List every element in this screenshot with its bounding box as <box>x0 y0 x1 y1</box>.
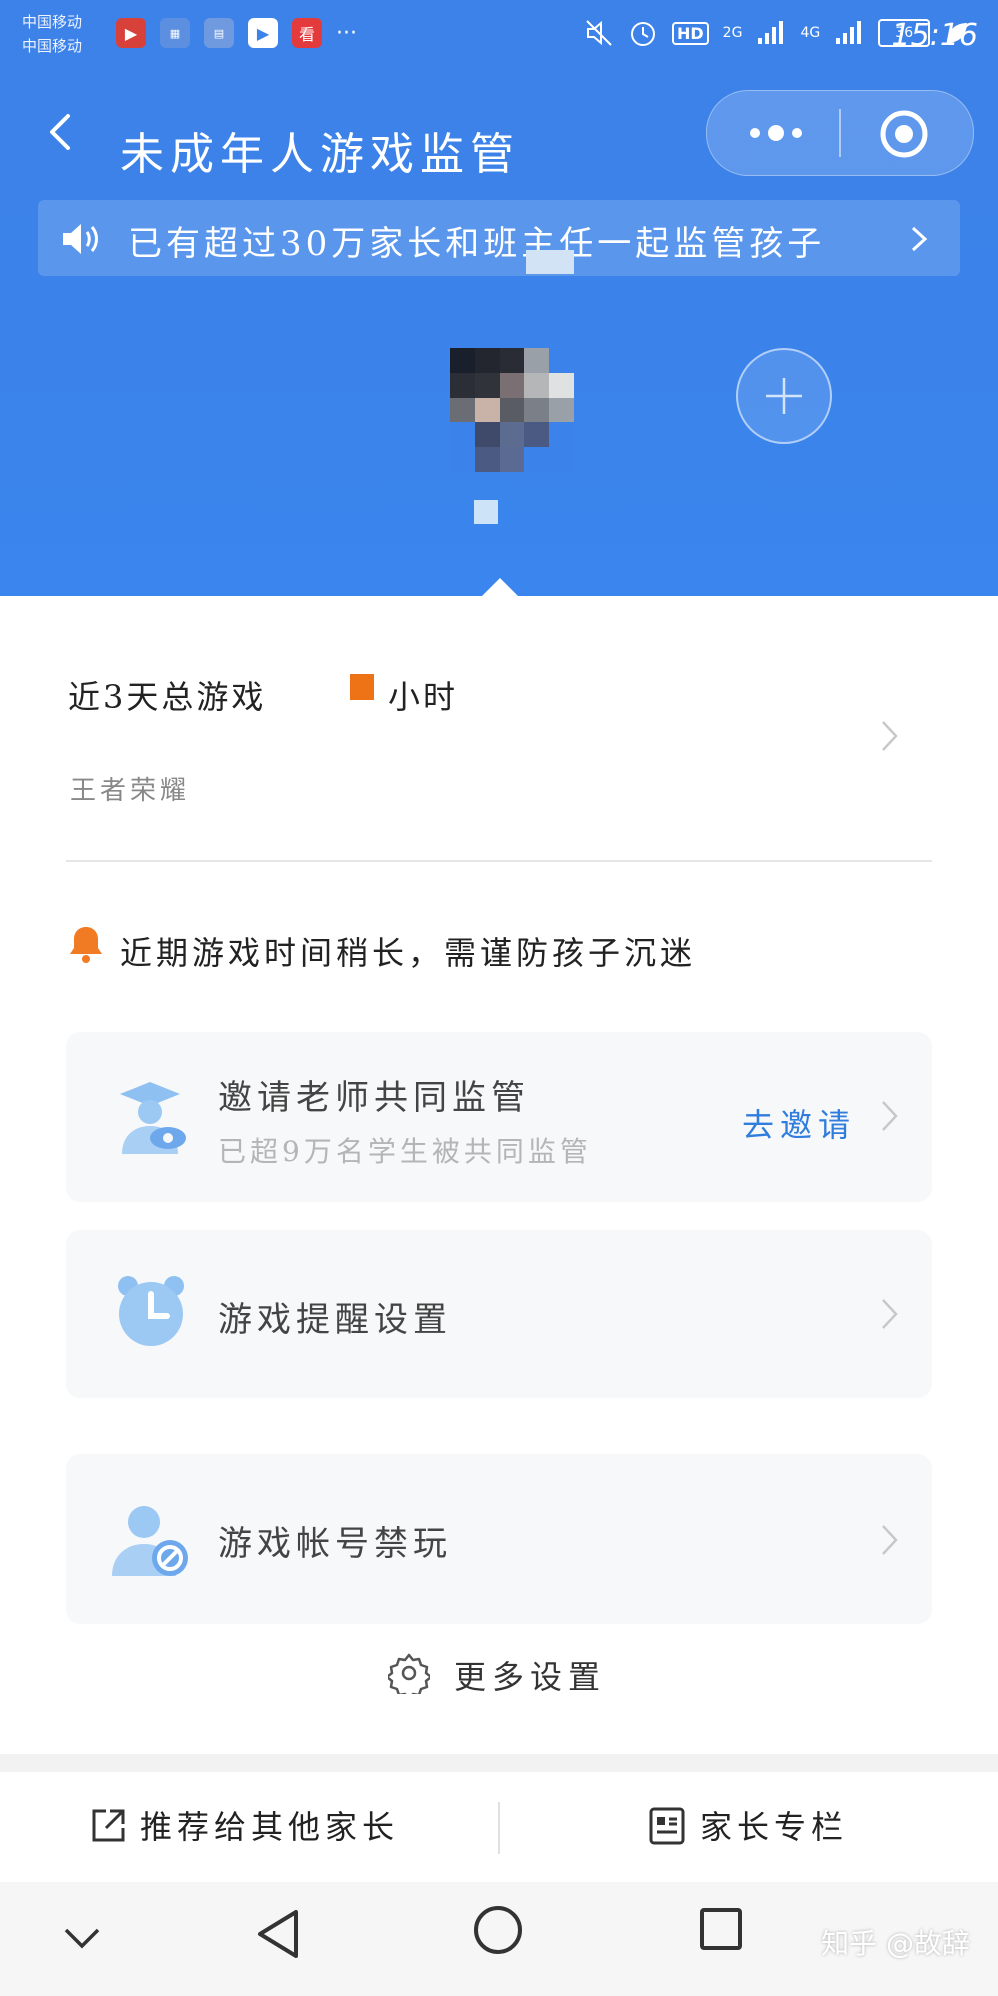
recommend-label: 推荐给其他家长 <box>140 1808 400 1846</box>
signal-label-2: 4G <box>800 25 821 41</box>
bottom-bar-divider <box>498 1802 500 1854</box>
recommend-button[interactable]: 推荐给其他家长 <box>88 1802 418 1854</box>
section-divider <box>66 860 932 862</box>
add-child-button[interactable] <box>736 348 832 444</box>
home-circle-icon[interactable] <box>472 1904 524 1956</box>
blurred-patch <box>526 250 574 274</box>
news-app-icon: 看 <box>292 18 322 48</box>
chevron-right-icon <box>882 1101 898 1131</box>
system-navigation-bar: 知乎 @故辞 <box>0 1882 998 1996</box>
invite-teacher-card[interactable]: 邀请老师共同监管 已超9万名学生被共同监管 去邀请 <box>66 1032 932 1202</box>
hd-badge: HD <box>672 21 709 45</box>
app-icon: ▦ <box>160 18 190 48</box>
game-name: 王者荣耀 <box>70 776 191 806</box>
clock: 15:16 <box>891 18 978 53</box>
bell-icon <box>70 927 102 963</box>
addiction-warning: 近期游戏时间稍长，需谨防孩子沉迷 <box>120 934 697 972</box>
back-arrow-icon[interactable] <box>40 110 84 154</box>
parent-column-label: 家长专栏 <box>700 1808 849 1846</box>
collapse-chevron-icon[interactable] <box>62 1922 102 1952</box>
more-settings-link[interactable]: 更多设置 <box>388 1652 648 1696</box>
speaker-icon <box>63 224 98 254</box>
bottom-action-bar: 推荐给其他家长 家长专栏 <box>0 1772 998 1882</box>
more-settings-label: 更多设置 <box>454 1658 607 1696</box>
back-triangle-icon[interactable] <box>254 1906 302 1962</box>
video-app-icon: ▶ <box>116 18 146 48</box>
more-options-icon[interactable] <box>745 119 807 147</box>
announcement-banner[interactable]: 已有超过30万家长和班主任一起监管孩子 <box>38 200 960 276</box>
hours-value-blurred <box>350 674 374 700</box>
mute-icon <box>586 20 612 46</box>
parent-column-button[interactable]: 家长专栏 <box>648 1802 868 1854</box>
invite-card-subtitle: 已超9万名学生被共同监管 <box>218 1135 592 1168</box>
share-icon <box>92 1809 125 1842</box>
summary-prefix: 近3天总游戏 <box>68 678 267 716</box>
child-avatar[interactable] <box>450 348 574 472</box>
watermark: 知乎 @故辞 <box>821 1927 970 1960</box>
section-gap <box>0 1754 998 1772</box>
alarm-clock-icon <box>118 1276 184 1346</box>
alarm-icon <box>631 22 655 46</box>
chevron-right-icon <box>911 226 928 252</box>
recent-apps-square-icon[interactable] <box>698 1906 744 1952</box>
page-title: 未成年人游戏监管 <box>120 129 520 180</box>
chevron-right-icon <box>882 1525 898 1555</box>
summary-suffix: 小时 <box>388 678 459 716</box>
header: 中国移动 中国移动 ▶ ▦ ▤ ▶ 看 ··· HD 2G 4G 36 15:1… <box>0 0 998 596</box>
status-bar: 中国移动 中国移动 ▶ ▦ ▤ ▶ 看 ··· HD 2G 4G 36 15:1… <box>0 0 998 70</box>
signal-icon <box>758 21 784 44</box>
article-icon <box>649 1807 685 1845</box>
signal-label-1: 2G <box>722 25 743 41</box>
more-notifications-icon: ··· <box>336 20 357 46</box>
signal-icon <box>836 21 862 44</box>
child-name-blurred <box>474 500 498 524</box>
reminder-card-title: 游戏提醒设置 <box>218 1300 452 1340</box>
carrier-label-2: 中国移动 <box>22 37 83 55</box>
close-mini-program-icon[interactable] <box>879 109 929 159</box>
chevron-right-icon <box>882 1299 898 1329</box>
gear-icon <box>388 1653 430 1694</box>
plus-icon <box>766 378 802 414</box>
game-reminder-card[interactable]: 游戏提醒设置 <box>66 1230 932 1398</box>
selected-child-pointer <box>482 578 518 596</box>
ban-card-title: 游戏帐号禁玩 <box>218 1524 452 1564</box>
avatar-image <box>450 348 574 472</box>
account-ban-card[interactable]: 游戏帐号禁玩 <box>66 1454 932 1624</box>
announcement-text: 已有超过30万家长和班主任一起监管孩子 <box>128 224 826 264</box>
teacher-icon <box>120 1082 186 1154</box>
invite-action-link[interactable]: 去邀请 <box>742 1100 856 1146</box>
chevron-right-icon <box>882 721 898 751</box>
capsule-divider <box>839 109 841 157</box>
player-app-icon: ▶ <box>248 18 278 48</box>
mini-program-capsule <box>706 90 974 176</box>
app-icon: ▤ <box>204 18 234 48</box>
user-ban-icon <box>112 1506 188 1576</box>
carrier-label-1: 中国移动 <box>22 13 83 31</box>
invite-card-title: 邀请老师共同监管 <box>218 1078 530 1118</box>
